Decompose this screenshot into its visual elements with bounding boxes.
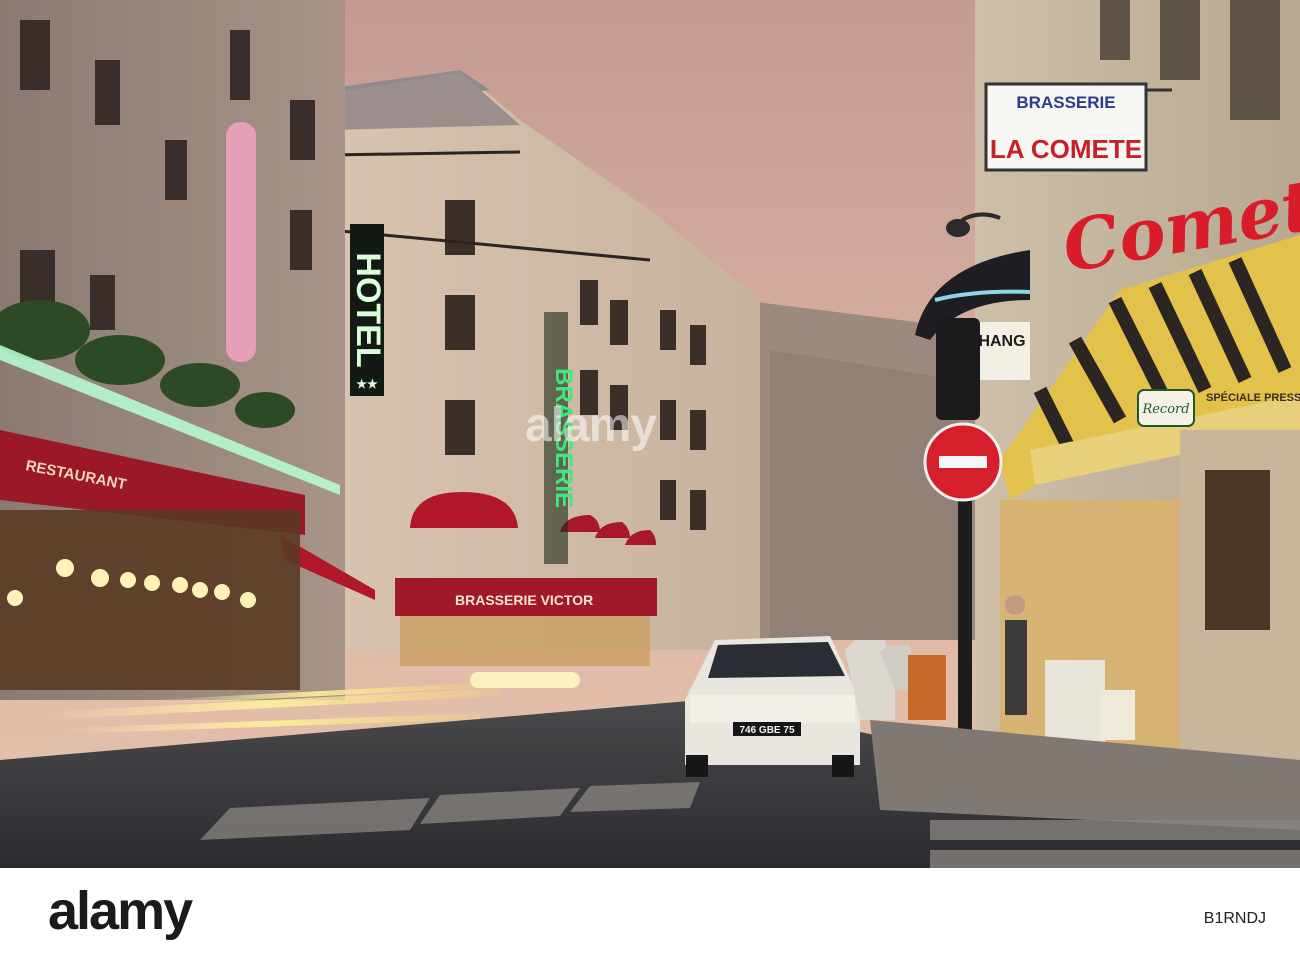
- news-stand: [1045, 660, 1105, 745]
- watermark: alamy: [525, 399, 657, 452]
- pedestrian: [1005, 620, 1027, 715]
- brand-logo[interactable]: alamy: [48, 884, 193, 938]
- license-plate-text: 746 GBE 75: [739, 725, 794, 736]
- street-lamp: [946, 219, 970, 237]
- traffic-light: [936, 318, 980, 420]
- brasserie-victor-text: BRASSERIE VICTOR: [455, 592, 593, 608]
- hotel-sign-text: HOTEL: [349, 252, 387, 367]
- shop-window: [1205, 470, 1270, 630]
- trash-bin: [908, 655, 946, 720]
- image-id: B1RNDJ: [1203, 910, 1266, 927]
- pink-neon-sign: [226, 122, 256, 362]
- parked-car: 746 GBE 75: [685, 636, 860, 777]
- la-comete-bottom-text: LA COMETE: [990, 134, 1142, 164]
- hotel-sign-stars: ★★: [356, 377, 378, 391]
- speciale-pression-text: SPÉCIALE PRESSION: [1206, 391, 1300, 404]
- change-sign: [976, 322, 1030, 380]
- footer-bar: [0, 868, 1300, 956]
- la-comete-top-text: BRASSERIE: [1016, 93, 1115, 112]
- change-sign-text: HANG: [978, 333, 1025, 350]
- record-badge-text: Record: [1141, 402, 1189, 417]
- street-photo: BRASSERIE VICTOR RESTAURANT HOTEL ★★ BRA…: [0, 0, 1300, 868]
